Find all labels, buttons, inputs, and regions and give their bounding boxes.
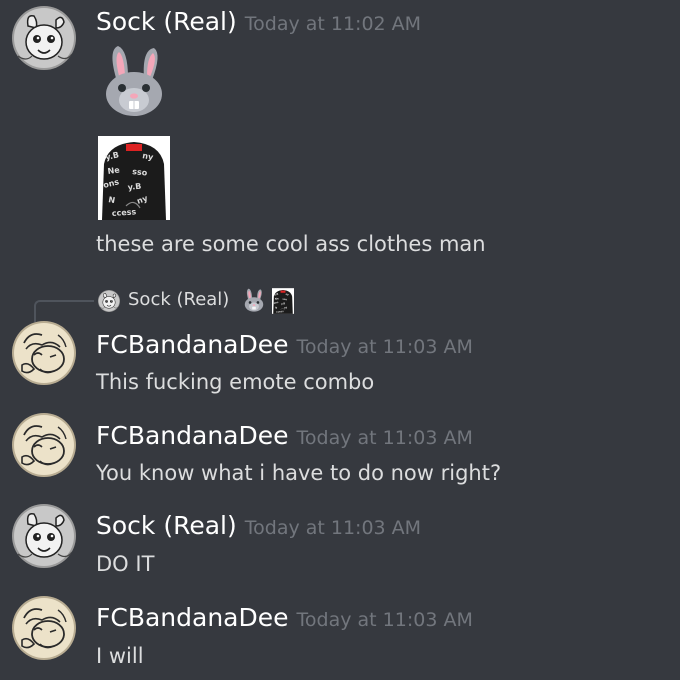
message-text: DO IT <box>96 552 155 576</box>
rabbit-face-icon <box>242 288 266 317</box>
reply-reference[interactable]: Sock (Real) <box>34 287 674 322</box>
avatar[interactable] <box>12 596 76 660</box>
reply-line <box>34 300 94 322</box>
timestamp: Today at 11:03 AM <box>296 336 473 358</box>
timestamp: Today at 11:03 AM <box>296 427 473 449</box>
hoodie-emote-icon[interactable] <box>97 135 171 224</box>
timestamp: Today at 11:03 AM <box>296 609 473 631</box>
reply-author[interactable]: Sock (Real) <box>128 289 229 310</box>
message-text: You know what i have to do now right? <box>96 461 502 485</box>
message-header: Sock (Real) Today at 11:03 AM <box>96 511 421 540</box>
message-text: This fucking emote combo <box>96 370 375 394</box>
message-text: these are some cool ass clothes man <box>96 232 486 256</box>
avatar[interactable] <box>12 6 76 70</box>
timestamp: Today at 11:02 AM <box>244 13 422 35</box>
rabbit-face-icon[interactable] <box>98 44 170 124</box>
username[interactable]: FCBandanaDee <box>96 603 289 632</box>
message-header: FCBandanaDee Today at 11:03 AM <box>96 603 473 632</box>
timestamp: Today at 11:03 AM <box>244 517 422 539</box>
username[interactable]: Sock (Real) <box>96 511 237 540</box>
message-header: FCBandanaDee Today at 11:03 AM <box>96 421 473 450</box>
avatar[interactable] <box>12 413 76 477</box>
hoodie-emote-icon <box>271 287 295 318</box>
username[interactable]: FCBandanaDee <box>96 421 289 450</box>
message-text: I will <box>96 644 144 668</box>
avatar[interactable] <box>12 504 76 568</box>
message-header: FCBandanaDee Today at 11:03 AM <box>96 330 473 359</box>
avatar[interactable] <box>12 321 76 385</box>
message-header: Sock (Real) Today at 11:02 AM <box>96 7 421 36</box>
username[interactable]: Sock (Real) <box>96 7 237 36</box>
username[interactable]: FCBandanaDee <box>96 330 289 359</box>
reply-avatar <box>98 290 120 312</box>
